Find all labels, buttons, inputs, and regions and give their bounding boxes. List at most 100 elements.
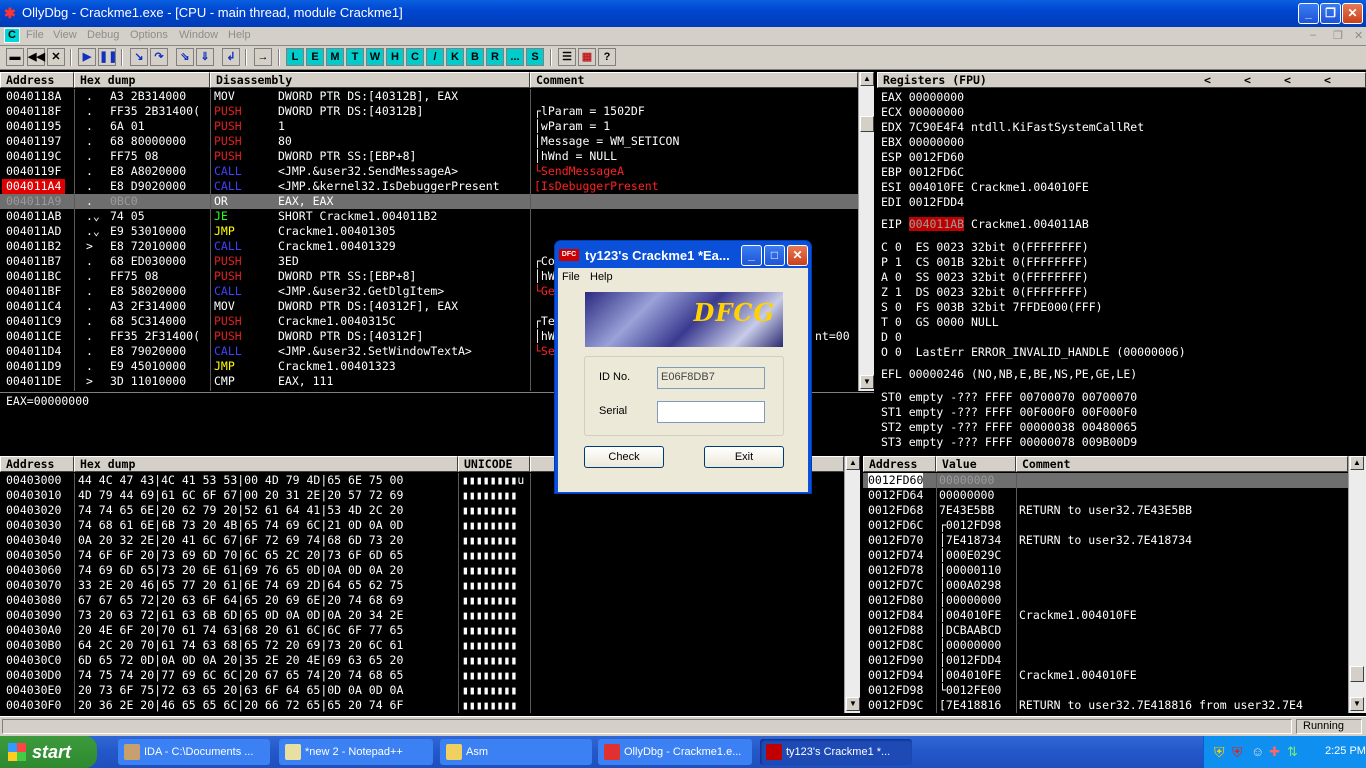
- reg-value[interactable]: 0012FDD4: [909, 195, 964, 209]
- dump-row[interactable]: 004030A0 20 4E 6F 20|70 61 74 63|68 20 61…: [0, 623, 844, 638]
- efl-row[interactable]: EFL 00000246 (NO,NB,E,BE,NS,PE,GE,LE): [881, 367, 1137, 381]
- dialog-minimize-button[interactable]: _: [741, 245, 762, 266]
- close-button[interactable]: ✕: [1342, 3, 1363, 24]
- dialog-close-button[interactable]: ✕: [787, 245, 808, 266]
- exit-button[interactable]: Exit: [704, 446, 784, 468]
- task-ollydbg[interactable]: OllyDbg - Crackme1.e...: [598, 739, 752, 765]
- shield-icon[interactable]: ⛨: [1214, 744, 1225, 761]
- patches-window-button[interactable]: /: [426, 48, 444, 66]
- reg-value[interactable]: 00000000: [909, 105, 964, 119]
- goto-icon[interactable]: →: [254, 48, 272, 66]
- col-hexdump[interactable]: Hex dump: [74, 72, 210, 88]
- dialog-maximize-button[interactable]: □: [764, 245, 785, 266]
- scroll-thumb[interactable]: [860, 116, 874, 132]
- maximize-button[interactable]: ❐: [1320, 3, 1341, 24]
- step-over-icon[interactable]: ↷: [150, 48, 168, 66]
- scroll-up-icon[interactable]: ▲: [846, 456, 860, 470]
- network-icon[interactable]: ⇅: [1287, 744, 1298, 760]
- modules-window-button[interactable]: E: [306, 48, 324, 66]
- scroll-thumb[interactable]: [1350, 666, 1364, 682]
- dump-row[interactable]: 00403050 74 6F 6F 20|73 69 6D 70|6C 65 2C…: [0, 548, 844, 563]
- check-button[interactable]: Check: [584, 446, 664, 468]
- registers-header[interactable]: Registers (FPU) < < < <: [877, 72, 1366, 88]
- list-icon[interactable]: ☰: [558, 48, 576, 66]
- dump-col-address[interactable]: Address: [0, 456, 74, 472]
- trace-into-icon[interactable]: ⇘: [176, 48, 194, 66]
- disasm-row[interactable]: 004011AB .⌄ 74 05 JE SHORT Crackme1.004011B2: [0, 209, 858, 224]
- flag-row[interactable]: D 0: [881, 330, 902, 344]
- disasm-row[interactable]: 004011A9. 0BC0 OR EAX, EAX: [0, 194, 858, 209]
- serial-field[interactable]: [657, 401, 765, 423]
- mdi-restore-button[interactable]: ❐: [1333, 29, 1343, 42]
- scroll-down-icon[interactable]: ▼: [1350, 697, 1364, 711]
- restart-icon[interactable]: ◀◀: [27, 48, 45, 66]
- stack-pane[interactable]: 0012FD60 00000000 0012FD64 00000000 0012FD68…: [863, 473, 1348, 713]
- references-window-button[interactable]: R: [486, 48, 504, 66]
- scroll-down-icon[interactable]: ▼: [846, 697, 860, 711]
- dump-scrollbar[interactable]: ▲ ▼: [844, 456, 860, 713]
- dump-row[interactable]: 004030D0 74 75 74 20|77 69 6C 6C|20 67 65…: [0, 668, 844, 683]
- trace-over-icon[interactable]: ⇓: [196, 48, 214, 66]
- disasm-row[interactable]: 004011A4. E8 D9020000 CALL <JMP.&kernel32.I…: [0, 179, 858, 194]
- handles-window-button[interactable]: H: [386, 48, 404, 66]
- dump-row[interactable]: 004030F0 20 36 2E 20|46 65 65 6C|20 66 72…: [0, 698, 844, 713]
- minimize-button[interactable]: _: [1298, 3, 1319, 24]
- dump-row[interactable]: 00403090 73 20 63 72|61 63 6B 6D|65 0D 0A…: [0, 608, 844, 623]
- dump-col-hex[interactable]: Hex dump: [74, 456, 458, 472]
- col-comment[interactable]: Comment: [530, 72, 858, 88]
- close-process-icon[interactable]: ✕: [47, 48, 65, 66]
- disasm-row[interactable]: 00401195. 6A 01 PUSH 1 │wParam = 1: [0, 119, 858, 134]
- eip-value[interactable]: 004011AB: [908, 217, 965, 231]
- stack-col-address[interactable]: Address: [863, 456, 936, 472]
- task-notepadpp[interactable]: *new 2 - Notepad++: [279, 739, 433, 765]
- stack-col-value[interactable]: Value: [936, 456, 1016, 472]
- dump-row[interactable]: 004030C0 6D 65 72 0D|0A 0D 0A 20|35 2E 20…: [0, 653, 844, 668]
- dump-pane[interactable]: 00403000 44 4C 47 43|4C 41 53 53|00 4D 79…: [0, 473, 844, 713]
- scroll-up-icon[interactable]: ▲: [1350, 456, 1364, 470]
- reg-arrow-1[interactable]: <: [1204, 73, 1211, 87]
- source-window-button[interactable]: S: [526, 48, 544, 66]
- open-icon[interactable]: ▬: [6, 48, 24, 66]
- fpu-row[interactable]: ST1 empty -??? FFFF 00F000F0 00F000F0: [881, 405, 1137, 419]
- dump-row[interactable]: 004030B0 64 2C 20 70|61 74 63 68|65 72 20…: [0, 638, 844, 653]
- pause-icon[interactable]: ❚❚: [98, 48, 117, 66]
- disasm-row[interactable]: 0040119F. E8 A8020000 CALL <JMP.&user32.Sen…: [0, 164, 858, 179]
- mdi-close-button[interactable]: ✕: [1354, 29, 1363, 42]
- dump-row[interactable]: 004030E0 20 73 6F 75|72 63 65 20|63 6F 64…: [0, 683, 844, 698]
- security-alert-icon[interactable]: ⛨: [1232, 744, 1243, 761]
- memory-window-button[interactable]: M: [326, 48, 344, 66]
- appearance-icon[interactable]: ▦: [578, 48, 596, 66]
- flag-row[interactable]: O 0 LastErr ERROR_INVALID_HANDLE (000000…: [881, 345, 1186, 359]
- fpu-row[interactable]: ST3 empty -??? FFFF 00000078 009B00D9: [881, 435, 1137, 449]
- flag-row[interactable]: T 0 GS 0000 NULL: [881, 315, 999, 329]
- dump-row[interactable]: 00403070 33 2E 20 46|65 77 20 61|6E 74 69…: [0, 578, 844, 593]
- dialog-menu-file[interactable]: File: [562, 271, 580, 283]
- execute-till-return-icon[interactable]: ↲: [222, 48, 240, 66]
- fpu-row[interactable]: ST0 empty -??? FFFF 00700070 00700070: [881, 390, 1137, 404]
- task-asm-folder[interactable]: Asm: [440, 739, 592, 765]
- menu-help[interactable]: Help: [228, 29, 251, 41]
- scroll-up-icon[interactable]: ▲: [860, 72, 874, 86]
- reg-value[interactable]: 00000000: [909, 135, 964, 149]
- disasm-row[interactable]: 00401197. 68 80000000 PUSH 80 │Message = WM_…: [0, 134, 858, 149]
- step-into-icon[interactable]: ↘: [130, 48, 148, 66]
- task-crackme[interactable]: ty123's Crackme1 *...: [760, 739, 912, 765]
- dump-row[interactable]: 00403040 0A 20 32 2E|20 41 6C 67|6F 72 69…: [0, 533, 844, 548]
- dump-row[interactable]: 00403080 67 67 65 72|20 63 6F 64|65 20 69…: [0, 593, 844, 608]
- dump-row[interactable]: 00403020 74 74 65 6E|20 62 79 20|52 61 64…: [0, 503, 844, 518]
- flag-row[interactable]: C 0 ES 0023 32bit 0(FFFFFFFF): [881, 240, 1089, 254]
- reg-arrow-3[interactable]: <: [1284, 73, 1291, 87]
- menu-options[interactable]: Options: [130, 29, 168, 41]
- disasm-row[interactable]: 0040118A. A3 2B314000 MOV DWORD PTR DS:[403…: [0, 89, 858, 104]
- windows-window-button[interactable]: W: [366, 48, 384, 66]
- run-trace-window-button[interactable]: ...: [506, 48, 524, 66]
- stack-scrollbar[interactable]: ▲ ▼: [1348, 456, 1366, 713]
- flag-row[interactable]: P 1 CS 001B 32bit 0(FFFFFFFF): [881, 255, 1089, 269]
- flag-row[interactable]: Z 1 DS 0023 32bit 0(FFFFFFFF): [881, 285, 1089, 299]
- registers-pane[interactable]: EAX 00000000 ECX 00000000 EDX 7C90E4F4 n…: [877, 89, 1366, 452]
- menu-file[interactable]: File: [26, 29, 44, 41]
- stack-col-comment[interactable]: Comment: [1016, 456, 1348, 472]
- task-ida[interactable]: IDA - C:\Documents ...: [118, 739, 270, 765]
- disasm-row[interactable]: 0040118F. FF35 2B31400(PUSH DWORD PTR DS:[…: [0, 104, 858, 119]
- dump-row[interactable]: 00403030 74 68 61 6E|6B 73 20 4B|65 74 69…: [0, 518, 844, 533]
